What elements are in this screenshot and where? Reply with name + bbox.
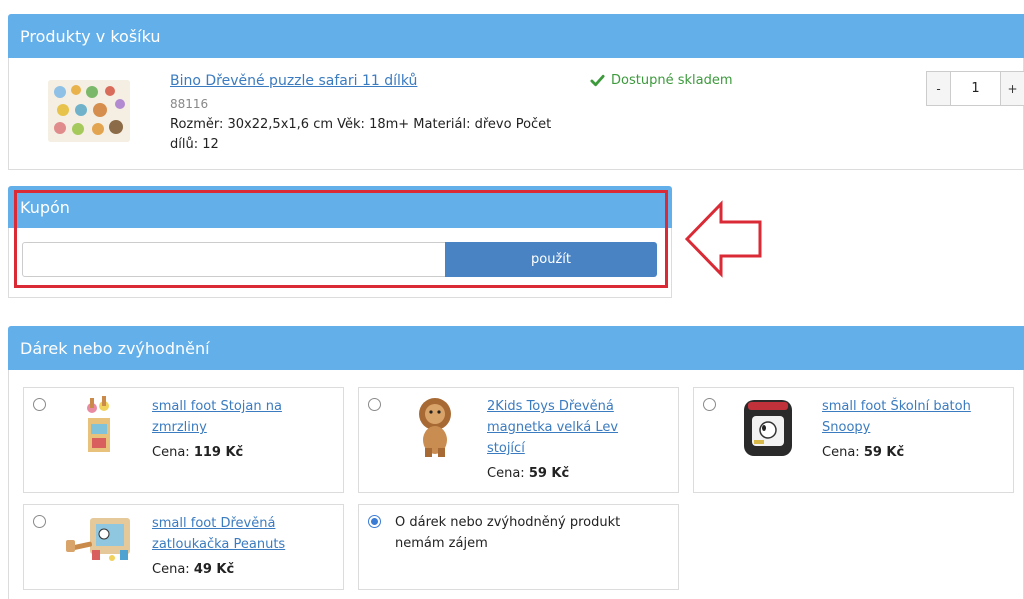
gift-price: Cena: 59 Kč bbox=[822, 445, 904, 460]
gift-title: Dárek nebo zvýhodnění bbox=[20, 338, 210, 358]
increase-quantity-button[interactable]: + bbox=[1000, 72, 1024, 105]
gift-price-label: Cena: bbox=[822, 445, 860, 460]
gift-radio[interactable] bbox=[368, 398, 381, 411]
gift-radio[interactable] bbox=[33, 398, 46, 411]
hammer-bench-image bbox=[66, 518, 130, 561]
stock-label: Dostupné skladem bbox=[611, 73, 733, 88]
gift-link[interactable]: 2Kids Toys Dřevěná magnetka velká Lev st… bbox=[487, 396, 657, 459]
cart-header: Produkty v košíku bbox=[8, 14, 1024, 58]
product-link[interactable]: Bino Dřevěné puzzle safari 11 dílků bbox=[170, 73, 417, 89]
no-gift-label: O dárek nebo zvýhodněný produkt nemám zá… bbox=[395, 515, 621, 551]
gift-price-value: 59 Kč bbox=[528, 466, 570, 481]
gift-link[interactable]: small foot Stojan na zmrzliny bbox=[152, 396, 322, 438]
quantity-stepper: - + bbox=[926, 71, 1024, 106]
cart-title: Produkty v košíku bbox=[20, 26, 161, 46]
gift-price-label: Cena: bbox=[152, 562, 190, 577]
gift-radio[interactable] bbox=[703, 398, 716, 411]
check-icon bbox=[590, 74, 605, 87]
stock-status: Dostupné skladem bbox=[590, 73, 733, 88]
lion-magnet-image bbox=[419, 398, 451, 457]
ice-cream-stand-image bbox=[87, 396, 110, 452]
gift-price-value: 59 Kč bbox=[863, 445, 905, 460]
annotation-highlight-box bbox=[14, 190, 668, 288]
puzzle-image bbox=[48, 80, 130, 142]
gift-radio[interactable] bbox=[33, 515, 46, 528]
quantity-input[interactable] bbox=[951, 72, 1000, 105]
annotation-arrow-icon bbox=[684, 200, 762, 278]
gift-price: Cena: 59 Kč bbox=[487, 466, 569, 481]
gift-price: Cena: 119 Kč bbox=[152, 445, 243, 460]
gift-link[interactable]: small foot Dřevěná zatloukačka Peanuts bbox=[152, 513, 322, 555]
gift-price: Cena: 49 Kč bbox=[152, 562, 234, 577]
school-backpack-image bbox=[744, 400, 792, 456]
gift-price-value: 119 Kč bbox=[193, 445, 244, 460]
gift-price-value: 49 Kč bbox=[193, 562, 235, 577]
product-description: Rozměr: 30x22,5x1,6 cm Věk: 18m+ Materiá… bbox=[170, 117, 552, 152]
gift-link[interactable]: small foot Školní batoh Snoopy bbox=[822, 396, 992, 438]
gift-header: Dárek nebo zvýhodnění bbox=[8, 326, 1024, 370]
gift-price-label: Cena: bbox=[152, 445, 190, 460]
product-code: 88116 bbox=[170, 97, 209, 111]
gift-price-label: Cena: bbox=[487, 466, 525, 481]
product-image[interactable] bbox=[48, 80, 130, 142]
decrease-quantity-button[interactable]: - bbox=[927, 72, 951, 105]
no-gift-radio[interactable] bbox=[368, 515, 381, 528]
